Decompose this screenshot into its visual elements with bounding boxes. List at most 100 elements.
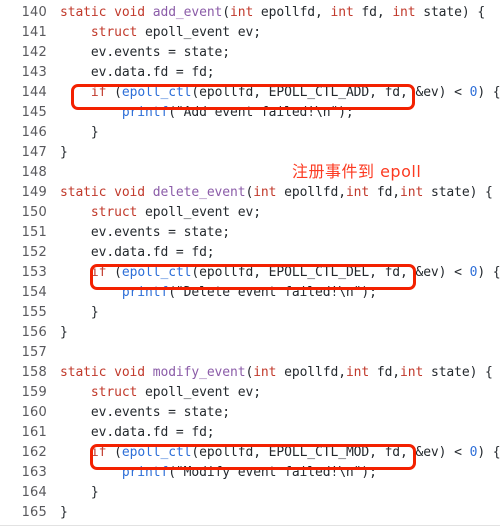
code-line: 151 ev.events = state; [0,223,500,243]
code-text: printf("Delete event failed!\n"); [60,283,377,303]
line-number: 157 [21,345,47,360]
line-number: 148 [21,165,47,180]
token-pl: ) { [477,265,500,280]
token-kw: static void [60,5,153,20]
token-pl: (epollfd, EPOLL_CTL_MOD, fd, &ev) < [191,445,470,460]
code-line: 140 static void add_event(int epollfd, in… [0,3,500,23]
token-pl: ( [106,85,122,100]
line-number: 161 [21,425,47,440]
token-kw: int [392,5,416,20]
code-line: 142 ev.events = state; [0,43,500,63]
token-pl: fd, [369,185,401,200]
code-text: if (epoll_ctl(epollfd, EPOLL_CTL_MOD, fd… [60,443,500,463]
line-number: 153 [21,265,47,280]
token-kw: if [90,85,107,100]
line-number: 143 [21,65,47,80]
token-fn: delete_event [152,185,246,200]
token-kw: int [400,185,424,200]
code-text: } [60,483,99,503]
token-pl: ( [222,5,231,20]
code-line: 146 } [0,123,500,143]
code-text: if (epoll_ctl(epollfd, EPOLL_CTL_ADD, fd… [60,83,500,103]
line-number: 151 [21,225,47,240]
code-text: ev.events = state; [60,403,230,423]
token-pl: fd, [353,5,393,20]
token-pl: epollfd, [253,5,331,20]
code-line: 164 } [0,483,500,503]
code-line: 156} [0,323,500,343]
token-pl: ev.data.fd = fd; [60,425,215,440]
code-line: 159 struct epoll_event ev; [0,383,500,403]
code-text: struct epoll_event ev; [60,383,261,403]
token-str: ("Modify event failed!\n"); [168,465,377,480]
token-pl: epoll_event ev; [137,385,261,400]
line-number: 142 [21,45,47,60]
token-pl: ) { [477,445,500,460]
token-pl: ) { [477,85,500,100]
code-text: ev.data.fd = fd; [60,423,215,443]
token-pl: } [60,505,68,520]
code-text: static void delete_event(int epollfd,int… [60,183,493,203]
code-text: } [60,503,68,523]
line-number: 164 [21,485,47,500]
token-bi: printf [121,105,169,120]
line-number: 154 [21,285,47,300]
code-text: } [60,123,99,143]
line-number: 159 [21,385,47,400]
token-pl: fd, [369,365,401,380]
token-kw: int [230,5,254,20]
code-text: if (epoll_ctl(epollfd, EPOLL_CTL_DEL, fd… [60,263,500,283]
token-kw: if [90,445,107,460]
code-text: struct epoll_event ev; [60,203,261,223]
token-kw: int [400,365,424,380]
token-pl: ev.events = state; [60,225,230,240]
line-number: 150 [21,205,47,220]
token-pl: (epollfd, EPOLL_CTL_DEL, fd, &ev) < [191,265,470,280]
code-text: } [60,143,68,163]
token-bi: printf [121,285,169,300]
code-text: } [60,323,68,343]
code-line: 148 [0,163,500,183]
code-line: 152 ev.data.fd = fd; [0,243,500,263]
token-kw: int [345,365,370,380]
line-number: 145 [21,105,47,120]
token-pl: ev.events = state; [60,45,230,60]
token-fn: modify_event [152,365,246,380]
code-viewer: 140 static void add_event(int epollfd, in… [0,0,500,526]
code-line: 162 if (epoll_ctl(epollfd, EPOLL_CTL_MOD… [0,443,500,463]
code-line: 143 ev.data.fd = fd; [0,63,500,83]
token-pl: epollfd, [276,185,346,200]
code-text: static void modify_event(int epollfd,int… [60,363,493,383]
line-number: 152 [21,245,47,260]
token-kw: int [345,185,370,200]
line-number: 160 [21,405,47,420]
code-line: 158 static void modify_event(int epollfd,… [0,363,500,383]
code-line: 155 } [0,303,500,323]
line-number: 144 [21,85,47,100]
line-number: 165 [21,505,47,520]
code-text: printf("Modify event failed!\n"); [60,463,377,483]
line-number: 155 [21,305,47,320]
token-kw: int [330,5,354,20]
token-pl: ( [106,265,122,280]
token-kw: int [253,185,277,200]
token-str: ("Add event failed!\n"); [168,105,354,120]
line-number: 146 [21,125,47,140]
code-line: 161 ev.data.fd = fd; [0,423,500,443]
code-line: 160 ev.events = state; [0,403,500,423]
code-text: struct epoll_event ev; [60,23,261,43]
token-pl: epollfd, [276,365,346,380]
token-bi: epoll_ctl [121,265,192,280]
line-number: 140 [21,5,47,20]
token-kw: int [253,365,277,380]
token-pl: epoll_event ev; [137,205,261,220]
token-fn: add_event [152,5,223,20]
code-line: 153 if (epoll_ctl(epollfd, EPOLL_CTL_DEL… [0,263,500,283]
token-bi: epoll_ctl [121,445,192,460]
code-line: 154 printf("Delete event failed!\n"); [0,283,500,303]
